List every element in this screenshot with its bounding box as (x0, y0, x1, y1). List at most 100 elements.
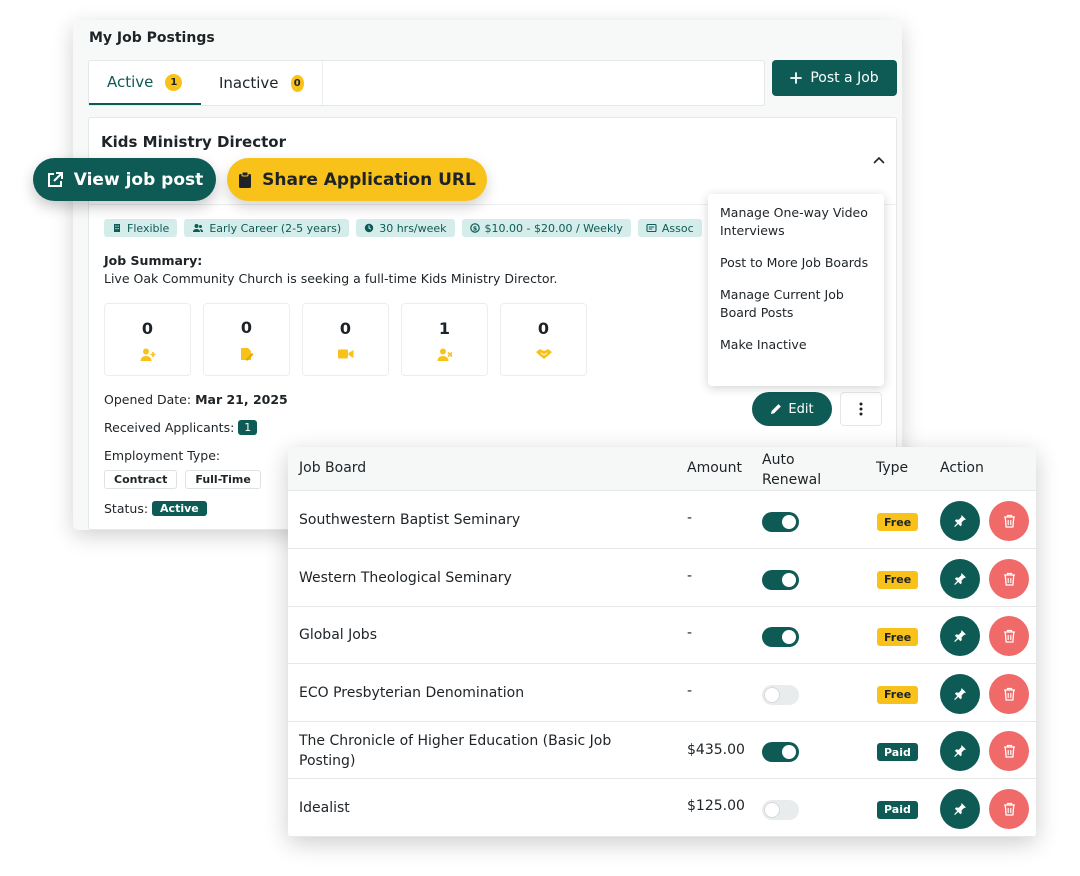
more-options-button[interactable] (840, 392, 882, 426)
received-applicants-line: Received Applicants: 1 (104, 420, 258, 435)
employment-types: Contract Full-Time (104, 470, 261, 489)
trash-icon (1003, 744, 1016, 758)
video-icon (337, 348, 354, 360)
view-job-post-button[interactable]: View job post (33, 158, 216, 201)
share-application-url-label: Share Application URL (262, 169, 476, 190)
menu-item-post-more-boards[interactable]: Post to More Job Boards (720, 254, 872, 272)
edit-button[interactable]: Edit (752, 392, 832, 426)
job-summary-label: Job Summary: (104, 253, 203, 268)
stat-rejected[interactable]: 1 (401, 303, 488, 376)
opened-date-line: Opened Date: Mar 21, 2025 (104, 392, 288, 407)
delete-button[interactable] (989, 501, 1029, 541)
share-application-url-button[interactable]: Share Application URL (227, 158, 487, 201)
menu-item-manage-video-interviews[interactable]: Manage One-way Video Interviews (720, 204, 872, 240)
trash-icon (1003, 629, 1016, 643)
clipboard-icon (238, 171, 252, 189)
tab-inactive[interactable]: Inactive 0 (201, 61, 323, 105)
delete-button[interactable] (989, 731, 1029, 771)
type-badge: Free (877, 513, 919, 531)
pencil-icon (770, 403, 782, 415)
stat-hired[interactable]: 0 (500, 303, 587, 376)
auto-renewal-toggle[interactable] (762, 684, 799, 705)
tab-inactive-count: 0 (290, 74, 304, 92)
chevron-up-icon[interactable] (873, 156, 885, 164)
column-auto-renewal: Auto Renewal (762, 452, 822, 488)
job-board-name: Global Jobs (299, 627, 377, 643)
job-title: Kids Ministry Director (101, 133, 286, 151)
job-board-name: Idealist (299, 799, 350, 816)
job-board-amount: - (687, 625, 693, 641)
post-job-label: Post a Job (810, 70, 879, 86)
type-badge: Free (877, 628, 919, 646)
delete-button[interactable] (989, 616, 1029, 656)
pin-button[interactable] (940, 501, 980, 541)
table-row: Global Jobs - Free (288, 607, 1036, 664)
menu-item-make-inactive[interactable]: Make Inactive (720, 336, 872, 354)
column-action: Action (940, 460, 984, 476)
trash-icon (1003, 514, 1016, 528)
tag-label: 30 hrs/week (379, 221, 447, 235)
status-label: Status: (104, 501, 149, 516)
job-board-amount: $435.00 (687, 742, 745, 758)
stat-assessments[interactable]: 0 (203, 303, 290, 376)
stat-video-interviews[interactable]: 0 (302, 303, 389, 376)
pin-button[interactable] (940, 788, 980, 829)
table-row: Western Theological Seminary - Free (288, 550, 1036, 607)
stat-new-applicants[interactable]: 0 (104, 303, 191, 376)
column-job-board: Job Board (299, 460, 367, 476)
auto-renewal-toggle[interactable] (762, 742, 799, 762)
toggle-knob (765, 802, 779, 817)
toggle-knob (782, 515, 796, 529)
pin-button[interactable] (940, 616, 980, 656)
job-board-table: Job Board Amount Auto Renewal Type Actio… (288, 447, 1036, 837)
plus-icon (790, 72, 803, 84)
delete-button[interactable] (989, 558, 1029, 599)
tab-active[interactable]: Active 1 (89, 61, 201, 105)
tab-inactive-label: Inactive (219, 74, 279, 92)
pin-button[interactable] (940, 731, 980, 771)
employment-type-tag: Contract (104, 470, 178, 489)
options-dropdown: Manage One-way Video Interviews Post to … (708, 194, 884, 386)
table-row: Southwestern Baptist Seminary - Free (288, 492, 1036, 549)
status-line: Status: Active (104, 501, 207, 516)
tab-active-count: 1 (165, 73, 183, 91)
auto-renewal-toggle[interactable] (762, 512, 799, 532)
toggle-knob (782, 630, 796, 644)
table-header: Job Board Amount Auto Renewal Type Actio… (288, 447, 1036, 491)
table-row: Idealist $125.00 Paid (288, 780, 1036, 837)
column-amount: Amount (687, 460, 743, 476)
clock-icon (364, 223, 374, 233)
tag-label: $10.00 - $20.00 / Weekly (484, 221, 623, 235)
toggle-knob (765, 687, 779, 702)
type-badge: Free (877, 570, 919, 589)
money-icon: $ (469, 223, 480, 233)
pin-button[interactable] (940, 673, 980, 714)
tag-work-arrangement: Flexible (104, 219, 178, 237)
table-row: The Chronicle of Higher Education (Basic… (288, 722, 1036, 779)
delete-button[interactable] (989, 788, 1029, 829)
table-row: ECO Presbyterian Denomination - Free (288, 665, 1036, 722)
auto-renewal-toggle[interactable] (762, 799, 799, 820)
job-board-name: Southwestern Baptist Seminary (299, 512, 521, 528)
employment-type-tag: Full-Time (185, 470, 261, 489)
job-tags: Flexible Early Career (2-5 years) 30 hrs… (104, 218, 724, 238)
received-applicants-count[interactable]: 1 (238, 420, 258, 435)
auto-renewal-toggle[interactable] (762, 627, 799, 647)
stat-value: 0 (339, 319, 352, 338)
user-remove-icon (437, 348, 453, 361)
toggle-knob (782, 745, 796, 759)
job-summary-text: Live Oak Community Church is seeking a f… (104, 271, 558, 286)
tag-salary: $ $10.00 - $20.00 / Weekly (461, 219, 631, 237)
trash-icon (1003, 802, 1016, 816)
toggle-knob (782, 572, 796, 587)
tag-experience: Early Career (2-5 years) (184, 219, 350, 237)
delete-button[interactable] (989, 673, 1029, 714)
pin-button[interactable] (940, 558, 980, 599)
view-job-post-label: View job post (73, 169, 204, 190)
post-job-button[interactable]: Post a Job (772, 60, 897, 96)
auto-renewal-toggle[interactable] (762, 569, 799, 590)
certificate-icon (646, 223, 657, 233)
trash-icon (1003, 687, 1016, 701)
status-badge: Active (152, 501, 207, 516)
menu-item-manage-board-posts[interactable]: Manage Current Job Board Posts (720, 286, 872, 322)
